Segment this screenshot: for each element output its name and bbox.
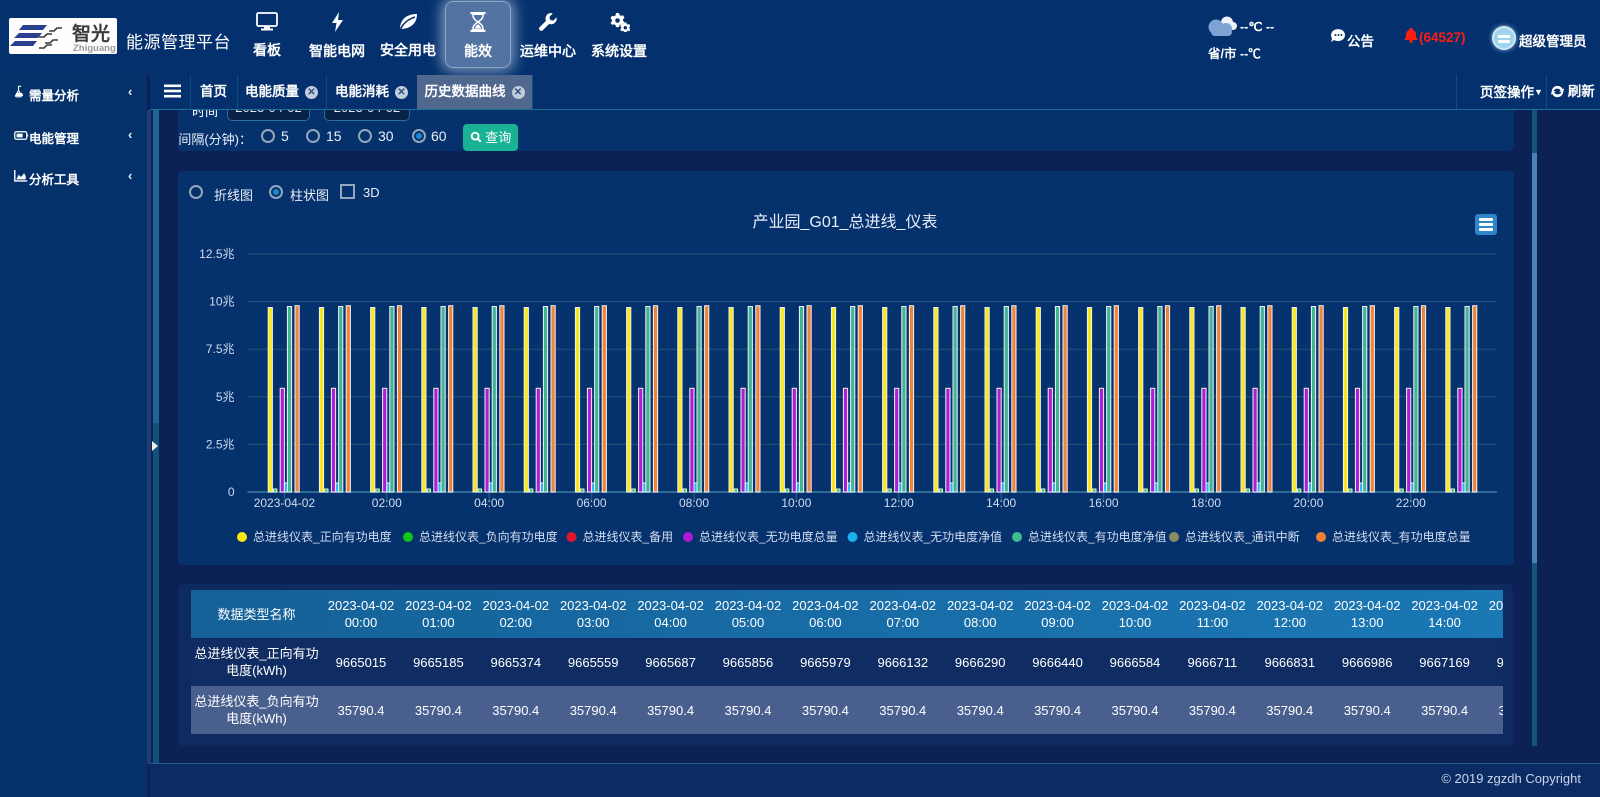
- svg-text:总进线仪表_有功电度总量: 总进线仪表_有功电度总量: [1332, 529, 1471, 544]
- svg-text:总进线仪表_无功电度总量: 总进线仪表_无功电度总量: [699, 529, 838, 544]
- svg-text:12:00: 12:00: [884, 496, 914, 510]
- svg-text:14:00: 14:00: [986, 496, 1016, 510]
- svg-text:7.5兆: 7.5兆: [206, 342, 235, 356]
- svg-text:总进线仪表_通讯中断: 总进线仪表_通讯中断: [1185, 529, 1300, 544]
- svg-text:总进线仪表_有功电度净值: 总进线仪表_有功电度净值: [1028, 529, 1167, 544]
- svg-text:10兆: 10兆: [209, 295, 234, 309]
- svg-text:20:00: 20:00: [1293, 496, 1323, 510]
- svg-text:18:00: 18:00: [1191, 496, 1221, 510]
- svg-text:总进线仪表_负向有功电度: 总进线仪表_负向有功电度: [419, 529, 558, 544]
- svg-text:总进线仪表_备用: 总进线仪表_备用: [583, 530, 674, 544]
- svg-text:总进线仪表_无功电度净值: 总进线仪表_无功电度净值: [864, 529, 1003, 544]
- svg-text:02:00: 02:00: [372, 496, 402, 510]
- svg-text:12.5兆: 12.5兆: [199, 247, 234, 261]
- svg-text:5兆: 5兆: [216, 390, 235, 404]
- svg-text:10:00: 10:00: [781, 496, 811, 510]
- svg-text:16:00: 16:00: [1089, 496, 1119, 510]
- svg-text:0: 0: [228, 485, 235, 499]
- svg-text:智光: 智光: [72, 22, 110, 45]
- svg-text:总进线仪表_正向有功电度: 总进线仪表_正向有功电度: [253, 529, 392, 544]
- svg-text:22:00: 22:00: [1396, 496, 1426, 510]
- svg-text:Zhiguang: Zhiguang: [73, 43, 116, 54]
- svg-text:06:00: 06:00: [577, 496, 607, 510]
- svg-text:2023-04-02: 2023-04-02: [254, 496, 316, 510]
- svg-text:04:00: 04:00: [474, 496, 504, 510]
- svg-text:08:00: 08:00: [679, 496, 709, 510]
- svg-text:2.5兆: 2.5兆: [206, 437, 235, 451]
